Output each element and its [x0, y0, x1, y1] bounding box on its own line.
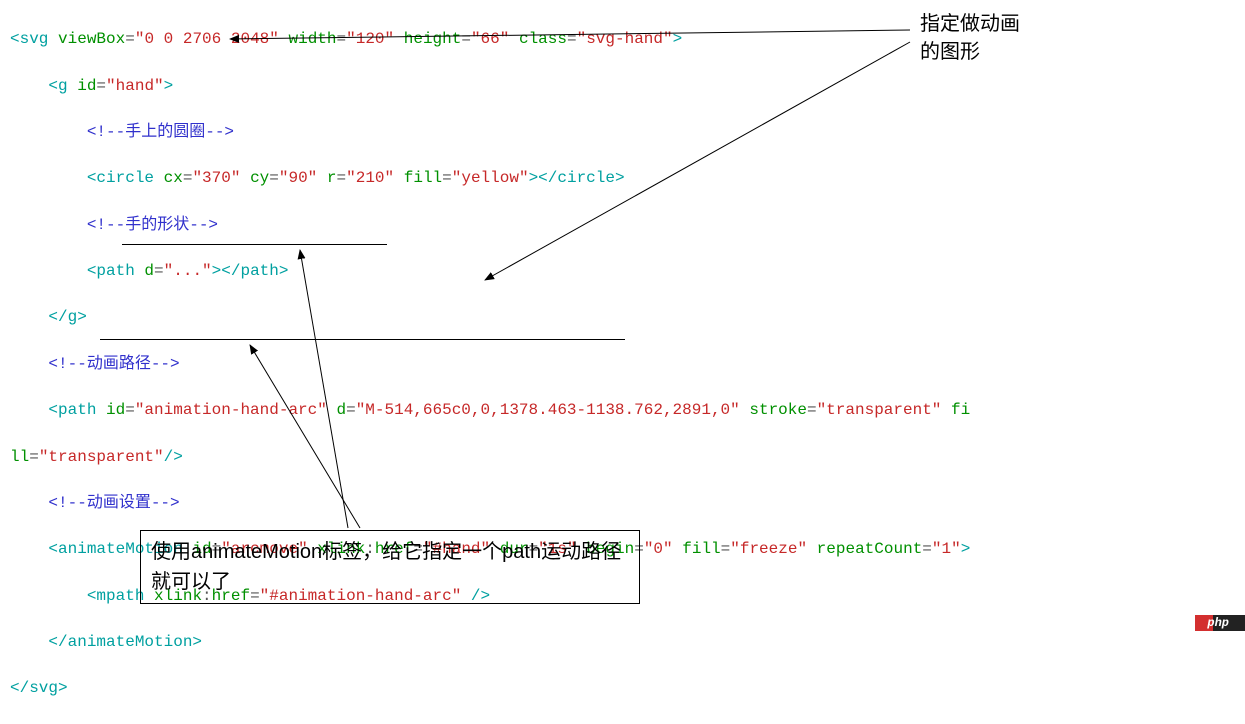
code-line: <g id="hand">	[10, 75, 970, 98]
code-line: <!--手上的圆圈-->	[10, 121, 970, 144]
code-block: <svg viewBox="0 0 2706 2048" width="120"…	[10, 5, 970, 724]
annotation-text: 使用animateMotion标签，给它指定一个path运动路径就可以了	[151, 541, 621, 593]
watermark: php	[1195, 615, 1241, 631]
code-line: <svg viewBox="0 0 2706 2048" width="120"…	[10, 28, 970, 51]
code-line: </svg>	[10, 677, 970, 700]
code-line: <!--手的形状-->	[10, 214, 970, 237]
code-line: <path d="..."></path>	[10, 260, 970, 283]
annotation-text: 的图形	[920, 38, 1020, 66]
code-line: <path id="animation-hand-arc" d="M-514,6…	[10, 399, 970, 422]
annotation-text: 指定做动画	[920, 10, 1020, 38]
underline-mpath	[100, 339, 625, 340]
code-line: ll="transparent"/>	[10, 446, 970, 469]
annotation-right: 指定做动画 的图形	[920, 10, 1020, 66]
code-line: <circle cx="370" cy="90" r="210" fill="y…	[10, 167, 970, 190]
annotation-box: 使用animateMotion标签，给它指定一个path运动路径就可以了	[140, 530, 640, 604]
code-line: <!--动画路径-->	[10, 353, 970, 376]
code-line: <!--动画设置-->	[10, 492, 970, 515]
underline-path-id	[122, 244, 387, 245]
code-line: </g>	[10, 306, 970, 329]
